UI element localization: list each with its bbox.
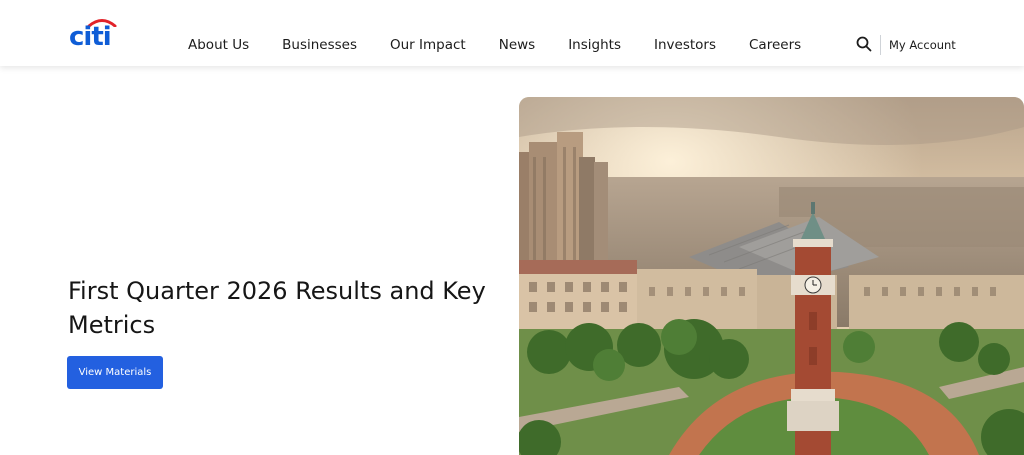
nav-businesses[interactable]: Businesses (282, 34, 357, 56)
my-account-link[interactable]: My Account (889, 35, 956, 55)
header-divider (880, 35, 881, 55)
view-materials-button[interactable]: View Materials (67, 356, 163, 389)
main-nav: About Us Businesses Our Impact News Insi… (188, 34, 801, 56)
citi-logo[interactable]: citi (69, 17, 123, 53)
search-icon[interactable] (855, 35, 873, 53)
nav-about-us[interactable]: About Us (188, 34, 249, 56)
city-clock-tower-image (519, 97, 1024, 455)
logo-text: citi (69, 22, 112, 52)
nav-news[interactable]: News (499, 34, 535, 56)
hero-title: First Quarter 2026 Results and Key Metri… (68, 277, 486, 339)
nav-insights[interactable]: Insights (568, 34, 621, 56)
nav-careers[interactable]: Careers (749, 34, 801, 56)
nav-our-impact[interactable]: Our Impact (390, 34, 466, 56)
hero-image (519, 97, 1024, 455)
nav-investors[interactable]: Investors (654, 34, 716, 56)
site-header: citi About Us Businesses Our Impact News… (0, 0, 1024, 66)
